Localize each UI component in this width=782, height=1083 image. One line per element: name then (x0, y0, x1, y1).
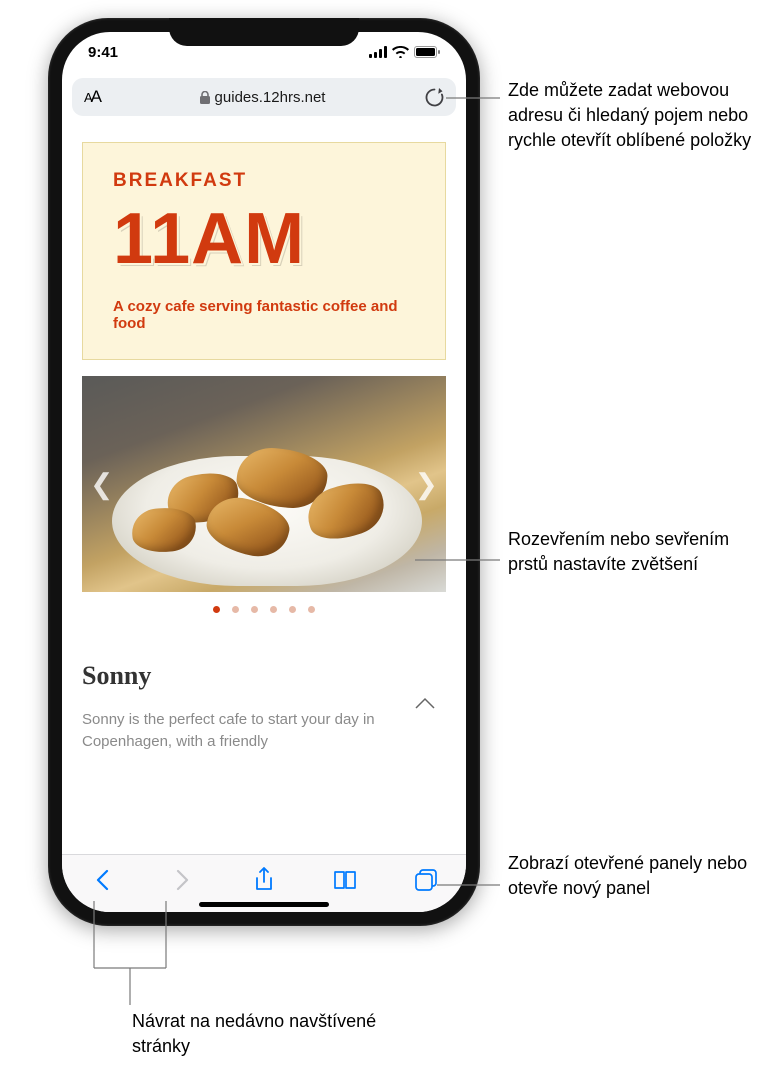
webpage-content[interactable]: BREAKFAST 11AM A cozy cafe serving fanta… (62, 128, 466, 854)
back-button[interactable] (88, 866, 116, 894)
image-carousel[interactable]: ❮ ❯ (82, 376, 446, 592)
carousel-photo (82, 376, 446, 592)
carousel-next-icon[interactable]: ❯ (415, 468, 438, 501)
dot[interactable] (232, 606, 239, 613)
hero-banner: BREAKFAST 11AM A cozy cafe serving fanta… (82, 142, 446, 360)
carousel-dots (82, 606, 446, 613)
carousel-prev-icon[interactable]: ❮ (90, 468, 113, 501)
tabs-button[interactable] (412, 866, 440, 894)
screen: 9:41 AA guides.12hrs.net BREAKFAST 11AM … (62, 32, 466, 912)
url-text: guides.12hrs.net (215, 89, 326, 106)
dot[interactable] (251, 606, 258, 613)
reload-icon[interactable] (425, 87, 444, 108)
battery-icon (414, 46, 440, 58)
url-field[interactable]: guides.12hrs.net (110, 89, 415, 106)
dot[interactable] (270, 606, 277, 613)
iphone-frame: 9:41 AA guides.12hrs.net BREAKFAST 11AM … (48, 18, 480, 926)
dot[interactable] (213, 606, 220, 613)
callout-back: Návrat na nedávno navštívené stránky (132, 1009, 392, 1059)
status-icons (369, 46, 440, 58)
callout-address: Zde můžete zadat webovou adresu či hleda… (508, 78, 768, 154)
notch (169, 18, 359, 46)
share-button[interactable] (250, 866, 278, 894)
status-time: 9:41 (88, 44, 118, 61)
forward-button (169, 866, 197, 894)
cellular-icon (369, 46, 387, 58)
address-bar[interactable]: AA guides.12hrs.net (72, 78, 456, 116)
wifi-icon (392, 46, 409, 58)
article: Sonny Sonny is the perfect cafe to start… (82, 661, 446, 753)
reader-aa-icon[interactable]: AA (84, 87, 100, 107)
lock-icon (200, 91, 210, 104)
banner-subtitle: A cozy cafe serving fantastic coffee and… (113, 298, 415, 332)
home-indicator[interactable] (199, 902, 329, 907)
banner-kicker: BREAKFAST (113, 170, 415, 192)
article-title: Sonny (82, 661, 446, 691)
chevron-up-icon[interactable] (414, 696, 436, 715)
bookmarks-button[interactable] (331, 866, 359, 894)
callout-zoom: Rozevřením nebo sevřením prstů nastavíte… (508, 527, 768, 577)
callout-tabs: Zobrazí otevřené panely nebo otevře nový… (508, 851, 768, 901)
dot[interactable] (308, 606, 315, 613)
article-body: Sonny is the perfect cafe to start your … (82, 709, 446, 753)
dot[interactable] (289, 606, 296, 613)
banner-headline: 11AM (113, 198, 415, 280)
